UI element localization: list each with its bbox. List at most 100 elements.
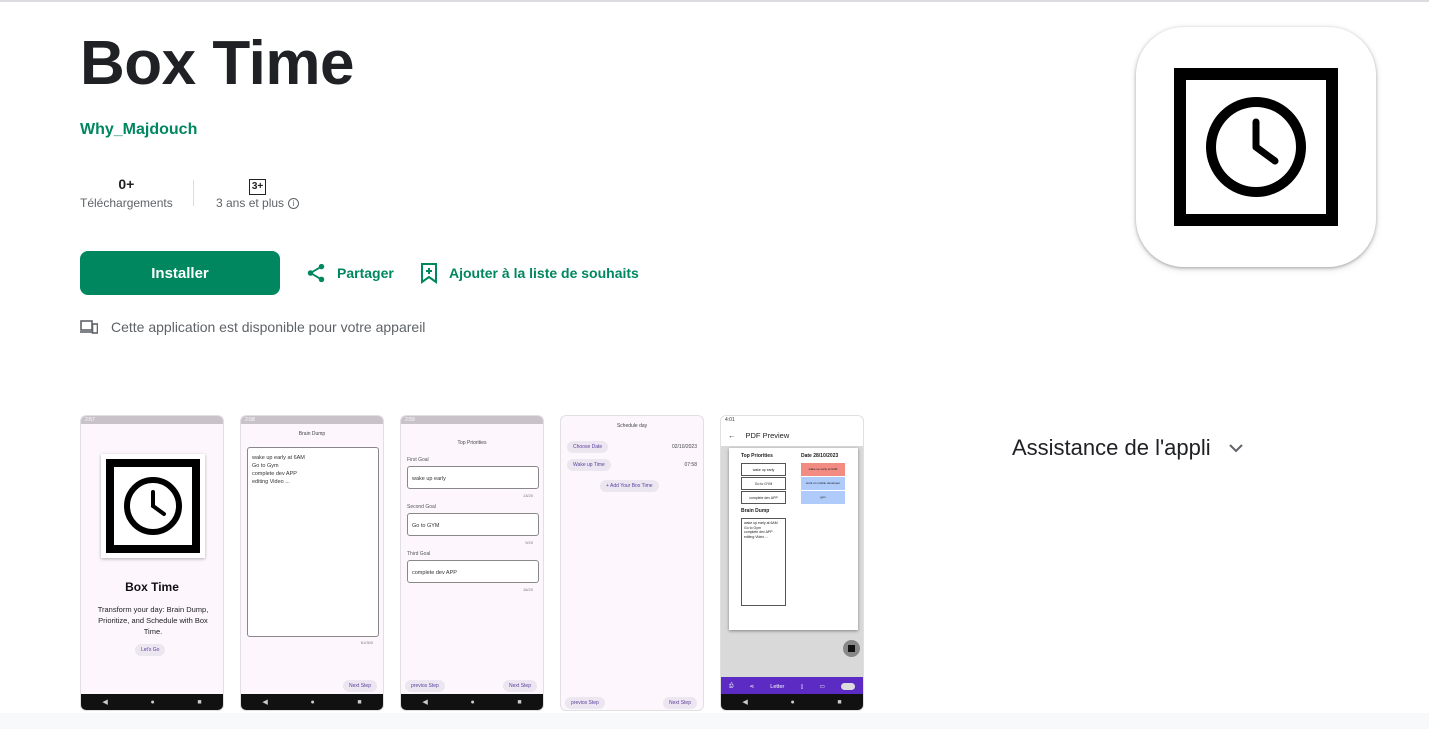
brain-dump-line: wake up early at 6AM xyxy=(252,455,305,461)
share-button[interactable]: Partager xyxy=(305,262,394,284)
availability-text: Cette application est disponible pour vo… xyxy=(111,319,426,335)
time-value: 07:58 xyxy=(684,462,697,468)
brain-dump-textarea[interactable]: wake up early at 6AM Go to Gym complete … xyxy=(247,447,379,637)
add-box-time-button[interactable]: + Add Your Box Time xyxy=(600,480,659,492)
downloads-label: Téléchargements xyxy=(80,196,173,210)
share-icon[interactable]: ⋖ xyxy=(750,684,755,690)
toggle-switch[interactable] xyxy=(840,683,855,690)
android-nav-bar: ◀ ● ■ xyxy=(721,694,863,710)
age-rating-badge: 3+ xyxy=(249,179,267,195)
goal-label: Third Goal xyxy=(407,551,431,557)
screenshot-1[interactable]: 2:57 Box Time Transform your day: Brain … xyxy=(80,415,224,711)
brain-dump-line: complete dev APP xyxy=(252,471,297,477)
info-icon[interactable]: i xyxy=(288,197,300,209)
recents-icon: ■ xyxy=(197,698,202,706)
status-bar: 2:58 xyxy=(241,416,383,424)
bottom-edge xyxy=(0,713,1429,729)
availability-notice: Cette application est disponible pour vo… xyxy=(80,319,425,335)
recents-icon: ■ xyxy=(837,698,842,706)
wake-time-button[interactable]: Wake up Time xyxy=(567,459,611,471)
splash-logo xyxy=(101,454,205,558)
home-icon: ● xyxy=(310,698,315,706)
share-label: Partager xyxy=(337,265,394,281)
pdf-priority: complete dev APP xyxy=(741,491,786,504)
pdf-preview-title: PDF Preview xyxy=(745,430,790,440)
clock-icon xyxy=(106,459,200,553)
brain-dump-header: Brain Dump xyxy=(298,431,326,437)
goal-input[interactable]: Go to GYM xyxy=(407,513,539,536)
pdf-app-bar: ← PDF Preview xyxy=(721,424,863,446)
back-icon: ◀ xyxy=(262,699,268,706)
schedule-header: Schedule day xyxy=(616,423,648,429)
developer-link[interactable]: Why_Majdouch xyxy=(80,121,197,139)
char-counter: 61/300 xyxy=(360,640,373,645)
recents-icon: ■ xyxy=(517,698,522,706)
bookmark-add-icon xyxy=(421,263,437,284)
wishlist-button[interactable]: Ajouter à la liste de souhaits xyxy=(419,262,639,284)
goal-input[interactable]: complete dev APP xyxy=(407,560,539,583)
goal-label: Second Goal xyxy=(407,504,436,510)
brain-dump-line: editing Video ... xyxy=(252,479,290,485)
priorities-header: Top Priorities xyxy=(457,440,487,446)
clock-icon xyxy=(1170,64,1342,230)
previous-step-button[interactable]: previos Step xyxy=(405,680,445,692)
home-icon: ● xyxy=(790,698,795,706)
next-step-button[interactable]: Next Step xyxy=(663,697,697,709)
status-bar: 4:01 xyxy=(721,416,863,424)
pdf-priorities-title: Top Priorities xyxy=(741,453,773,459)
screenshot-2[interactable]: 2:58 Brain Dump wake up early at 6AM Go … xyxy=(240,415,384,711)
print-icon[interactable]: ⎙ xyxy=(729,683,733,690)
screenshot-3[interactable]: 2:59 Top Priorities First Goal wake up e… xyxy=(400,415,544,711)
goal-label: First Goal xyxy=(407,457,429,463)
home-icon: ● xyxy=(150,698,155,706)
pdf-brain-line: wake up early at 6AM xyxy=(744,521,778,525)
devices-icon xyxy=(80,320,98,334)
goal-counter: 9/20 xyxy=(525,540,533,545)
goal-input[interactable]: wake up early xyxy=(407,466,539,489)
downloads-stat: 0+ Téléchargements xyxy=(80,174,173,210)
stat-divider xyxy=(193,180,194,206)
back-icon: ◀ xyxy=(422,699,428,706)
date-value: 02/10/2023 xyxy=(671,444,697,450)
home-icon: ● xyxy=(470,698,475,706)
rating-stat[interactable]: 3+ 3 ans et plus i xyxy=(216,174,300,210)
back-arrow-icon[interactable]: ← xyxy=(728,431,736,440)
android-nav-bar: ◀ ● ■ xyxy=(241,694,383,710)
screenshot-4[interactable]: Schedule day Choose Date 02/10/2023 Wake… xyxy=(560,415,704,711)
share-icon xyxy=(307,263,325,283)
goal-counter: 13/20 xyxy=(522,493,533,498)
pdf-priority: wake up early xyxy=(741,463,786,476)
paper-size-select[interactable]: Letter xyxy=(770,684,784,690)
brain-dump-line: Go to Gym xyxy=(252,463,279,469)
app-icon xyxy=(1136,27,1376,267)
wishlist-label: Ajouter à la liste de souhaits xyxy=(449,265,639,281)
app-title: Box Time xyxy=(80,29,354,98)
save-icon xyxy=(848,645,855,652)
top-divider xyxy=(0,0,1429,2)
screenshot-5[interactable]: 4:01 ← PDF Preview Top Priorities Date 2… xyxy=(720,415,864,711)
pdf-schedule-slot: wake up early at 6AM xyxy=(801,463,845,476)
choose-date-button[interactable]: Choose Date xyxy=(567,441,609,453)
pdf-brain-box: wake up early at 6AM Go to Gym complete … xyxy=(741,518,786,606)
next-step-button[interactable]: Next Step xyxy=(343,680,377,692)
downloads-value: 0+ xyxy=(118,176,135,192)
page-icon[interactable]: ▯ xyxy=(800,684,803,690)
pdf-schedule-slot: gym xyxy=(801,491,845,504)
splash-title: Box Time xyxy=(125,580,179,594)
back-icon: ◀ xyxy=(102,699,108,706)
back-icon: ◀ xyxy=(742,699,748,706)
lets-go-button[interactable]: Let's Go xyxy=(135,644,166,656)
pdf-page: Top Priorities Date 28/10/2023 wake up e… xyxy=(729,448,858,630)
install-button[interactable]: Installer xyxy=(80,251,280,295)
pdf-date-title: Date 28/10/2023 xyxy=(801,453,839,459)
app-support-section[interactable]: Assistance de l'appli xyxy=(1012,435,1243,461)
pdf-priority: Go to GYM xyxy=(741,477,786,490)
next-step-button[interactable]: Next Step xyxy=(503,680,537,692)
save-fab[interactable] xyxy=(843,640,860,657)
pdf-brain-line: editing Video ... xyxy=(744,534,769,539)
android-nav-bar: ◀ ● ■ xyxy=(401,694,543,710)
status-bar: 2:59 xyxy=(401,416,543,424)
previous-step-button[interactable]: previos Step xyxy=(565,697,605,709)
folder-icon[interactable]: ▭ xyxy=(820,684,825,690)
pdf-schedule-slot: work on mobile developer xyxy=(801,477,845,490)
